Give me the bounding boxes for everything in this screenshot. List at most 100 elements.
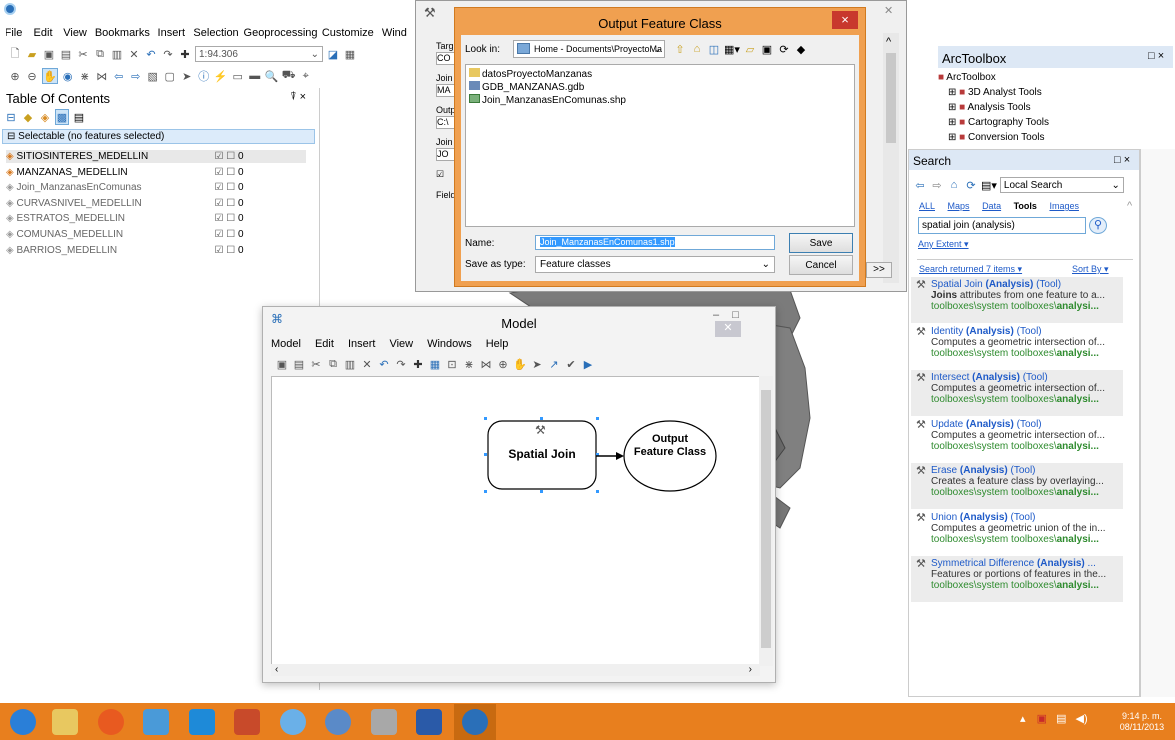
search-result-item[interactable]: ⚒ Identity (Analysis) (Tool) Computes a ge… (911, 324, 1123, 370)
connect-icon[interactable]: ↗ (547, 356, 561, 372)
auto-layout-icon[interactable]: ▦ (428, 356, 442, 372)
refresh-icon[interactable]: ⟳ (777, 41, 791, 57)
selectable-checkbox[interactable]: ☑ ☐ (214, 151, 238, 162)
selectable-checkbox[interactable]: ☑ ☐ (214, 245, 238, 256)
result-title[interactable]: Symmetrical Difference (Analysis) ... (931, 558, 1119, 569)
search-result-item[interactable]: ⚒ Union (Analysis) (Tool) Computes a geome… (911, 510, 1123, 556)
list-by-selection-icon[interactable]: ▩ (55, 109, 69, 125)
toolbox-item[interactable]: ⊞ ■ Conversion Tools (938, 130, 1138, 145)
identify-icon[interactable]: ⓘ (197, 68, 211, 84)
save-icon[interactable]: ▣ (42, 46, 56, 62)
toolbox-item[interactable]: ⊞ ■ 3D Analyst Tools (938, 85, 1138, 100)
menu-geoprocessing[interactable]: Geoprocessing (244, 25, 318, 41)
zoom-in-icon[interactable]: ⊕ (8, 68, 22, 84)
cancel-button[interactable]: Cancel (789, 255, 853, 275)
scale-box[interactable]: 1:94.306 ⌄ (195, 46, 323, 62)
menu-edit[interactable]: Edit (34, 25, 53, 41)
menu-view[interactable]: View (63, 25, 87, 41)
model-canvas[interactable]: ⚒ Spatial Join Output Feature Class (271, 376, 760, 666)
fixed-zoom-out-icon[interactable]: ⋈ (95, 68, 109, 84)
cut-icon[interactable]: ✂ (76, 46, 90, 62)
result-title[interactable]: Union (Analysis) (Tool) (931, 512, 1119, 523)
catalog-icon[interactable]: ▣ (760, 41, 774, 57)
fixed-zoom-in-icon[interactable]: ⋇ (462, 356, 476, 372)
dialog-close-button[interactable]: ✕ (884, 4, 893, 17)
select-elements-icon[interactable]: ➤ (180, 68, 194, 84)
result-title[interactable]: Identity (Analysis) (Tool) (931, 326, 1119, 337)
filter-maps[interactable]: Maps (948, 201, 970, 211)
dialog-close-x[interactable]: × (832, 11, 858, 29)
undo-icon[interactable]: ↶ (377, 356, 391, 372)
fixed-zoom-in-icon[interactable]: ⋇ (78, 68, 92, 84)
scope-dropdown[interactable]: Local Search ⌄ (999, 177, 1124, 193)
forward-icon[interactable]: ⇨ (930, 177, 944, 193)
filter-tools[interactable]: Tools (1014, 201, 1037, 211)
toc-pin-close[interactable]: ⍒ × (290, 91, 306, 104)
redo-icon[interactable]: ↷ (394, 356, 408, 372)
home-icon[interactable]: ⌂ (947, 177, 961, 193)
collapse-icon[interactable]: ⊟ (7, 131, 15, 142)
save-button[interactable]: Save (789, 233, 853, 253)
up-level-icon[interactable]: ⇧ (673, 41, 687, 57)
new-folder-icon[interactable]: ▱ (743, 41, 757, 57)
selectable-checkbox[interactable]: ☑ ☐ (214, 182, 238, 193)
search-result-item[interactable]: ⚒ Intersect (Analysis) (Tool) Computes a g… (911, 370, 1123, 416)
toolbox-item[interactable]: ⊞ ■ Cartography Tools (938, 115, 1138, 130)
toc-layer-row[interactable]: ◈ ESTRATOS_MEDELLIN ☑ ☐ 0 (6, 212, 306, 225)
xy-icon[interactable]: ⌖ (299, 68, 313, 84)
print-icon[interactable]: ▤ (292, 356, 306, 372)
menu-edit[interactable]: Edit (315, 336, 334, 352)
select-icon[interactable]: ➤ (530, 356, 544, 372)
zoom-icon[interactable]: ⊕ (496, 356, 510, 372)
name-field[interactable]: Join_ManzanasEnComunas1.shp (535, 235, 775, 250)
search-result-item[interactable]: ⚒ Update (Analysis) (Tool) Computes a geom… (911, 417, 1123, 463)
print-icon[interactable]: ▤ (59, 46, 73, 62)
search-close[interactable]: □ × (1114, 154, 1130, 166)
full-extent-icon[interactable]: ◉ (61, 68, 75, 84)
paste-icon[interactable]: ▥ (110, 46, 124, 62)
paste-icon[interactable]: ▥ (343, 356, 357, 372)
menu-selection[interactable]: Selection (193, 25, 238, 41)
search-result-item[interactable]: ⚒ Erase (Analysis) (Tool) Creates a featur… (911, 463, 1123, 509)
clock[interactable]: 9:14 p. m. 08/11/2013 (1112, 711, 1172, 733)
result-title[interactable]: Update (Analysis) (Tool) (931, 419, 1119, 430)
list-by-visibility-icon[interactable]: ◈ (38, 109, 52, 125)
file-item[interactable]: GDB_MANZANAS.gdb (469, 81, 851, 94)
taskbar-arcmap[interactable] (454, 704, 496, 740)
volume-icon[interactable]: ◀) (1076, 713, 1088, 725)
result-title[interactable]: Spatial Join (Analysis) (Tool) (931, 279, 1119, 290)
editor-icon[interactable]: ◪ (326, 46, 340, 62)
extent-dropdown[interactable]: Any Extent ▾ (918, 239, 969, 250)
copy-icon[interactable]: ⧉ (326, 356, 340, 372)
toc-layer-row[interactable]: ◈ CURVASNIVEL_MEDELLIN ☑ ☐ 0 (6, 197, 306, 210)
forward-icon[interactable]: ⇨ (129, 68, 143, 84)
taskbar-firefox[interactable] (90, 704, 132, 740)
clear-selection-icon[interactable]: ▢ (163, 68, 177, 84)
minimize-button[interactable]: – (713, 309, 719, 321)
results-count[interactable]: Search returned 7 items ▾ (919, 264, 1022, 275)
toc-layer-row[interactable]: ◈ SITIOSINTERES_MEDELLIN ☑ ☐ 0 (6, 150, 306, 163)
selectable-checkbox[interactable]: ☑ ☐ (214, 229, 238, 240)
redo-icon[interactable]: ↷ (161, 46, 175, 62)
menu-bookmarks[interactable]: Bookmarks (95, 25, 150, 41)
close-button[interactable]: ✕ (715, 321, 741, 337)
cut-icon[interactable]: ✂ (309, 356, 323, 372)
save-icon[interactable]: ▣ (275, 356, 289, 372)
file-item[interactable]: datosProyectoManzanas (469, 68, 851, 81)
scroll-up-icon[interactable]: ^ (886, 36, 891, 48)
toc-layer-row[interactable]: ◈ BARRIOS_MEDELLIN ☑ ☐ 0 (6, 244, 306, 257)
save-type-dropdown[interactable]: Feature classes ⌄ (535, 256, 775, 273)
add-data-icon[interactable]: ✚ (411, 356, 425, 372)
route-icon[interactable]: ⛟ (282, 68, 296, 84)
more-button[interactable]: >> (866, 262, 892, 278)
result-title[interactable]: Intersect (Analysis) (Tool) (931, 372, 1119, 383)
selectable-checkbox[interactable]: ☑ ☐ (214, 213, 238, 224)
taskbar-skype[interactable] (181, 704, 223, 740)
toolbox-root[interactable]: ■ ArcToolbox (938, 70, 1138, 85)
filter-data[interactable]: Data (982, 201, 1001, 211)
power-icon[interactable]: ▤ (1056, 713, 1066, 725)
look-in-dropdown[interactable]: Home - Documents\ProyectoMa ⌄ (513, 40, 665, 58)
filter-images[interactable]: Images (1049, 201, 1079, 211)
selectable-checkbox[interactable]: ☑ ☐ (214, 167, 238, 178)
toc-layer-row[interactable]: ◈ COMUNAS_MEDELLIN ☑ ☐ 0 (6, 228, 306, 241)
